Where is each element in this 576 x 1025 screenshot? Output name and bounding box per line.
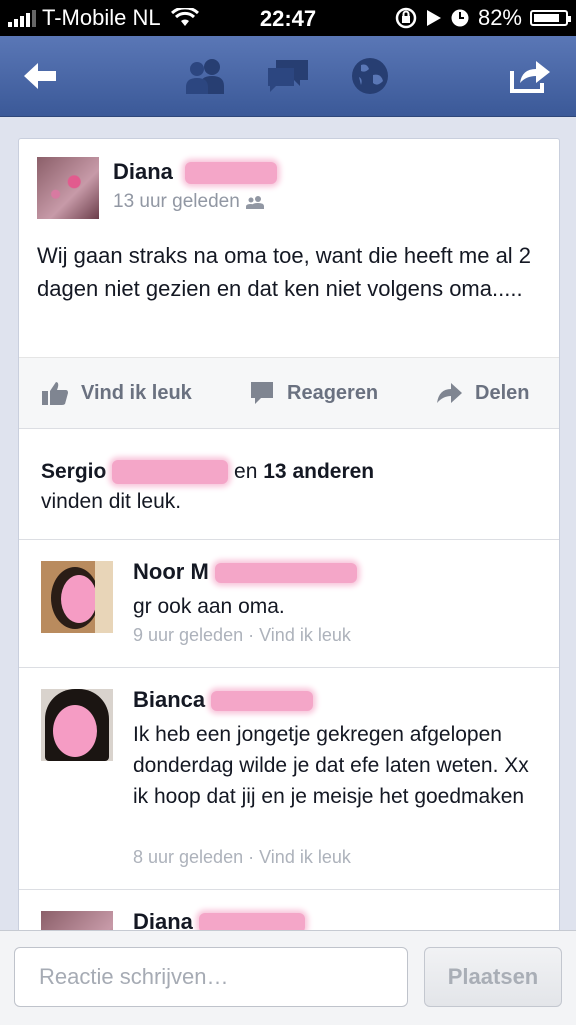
friends-icon[interactable] xyxy=(182,54,230,98)
commenter-avatar[interactable] xyxy=(41,561,113,633)
comment-meta: 8 uur geleden · Vind ik leuk xyxy=(133,847,351,868)
redacted-name xyxy=(214,563,357,584)
comment-text: Ik heb een jongetje gekregen afgelopen d… xyxy=(133,723,529,808)
like-button[interactable]: Vind ik leuk xyxy=(41,358,192,428)
navigation-bar xyxy=(0,36,576,117)
commenter-name[interactable]: Noor M xyxy=(133,559,357,585)
commenter-first-name[interactable]: Noor xyxy=(133,559,184,584)
likes-summary[interactable]: Sergio en 13 anderen vinden dit leuk. xyxy=(41,457,374,517)
post-time-text: 13 uur geleden xyxy=(113,191,240,212)
likes-suffix: vinden dit leuk. xyxy=(41,490,182,513)
post-card: Diana 13 uur geleden Wij gaan straks na … xyxy=(18,138,560,1020)
battery-icon xyxy=(530,10,571,26)
like-label: Vind ik leuk xyxy=(81,381,192,404)
share-label: Delen xyxy=(475,381,530,404)
redacted-name xyxy=(211,691,314,712)
play-icon xyxy=(426,10,441,26)
meta-separator: · xyxy=(248,625,255,645)
share-icon[interactable] xyxy=(506,54,554,98)
comment-text: gr ook aan oma. xyxy=(133,595,285,618)
meta-separator: · xyxy=(248,847,255,867)
comment-input[interactable] xyxy=(14,947,408,1007)
battery-percentage: 82% xyxy=(477,5,522,30)
action-bar: Vind ik leuk Reageren Delen xyxy=(19,357,559,429)
globe-icon[interactable] xyxy=(346,54,394,98)
status-bar: T-Mobile NL 22:47 82% xyxy=(0,0,576,36)
thumbs-up-icon xyxy=(42,382,68,405)
redacted-name xyxy=(185,162,278,185)
alarm-icon xyxy=(451,9,469,27)
share-arrow-icon xyxy=(437,383,462,403)
post-text: Wij gaan straks na oma toe, want die hee… xyxy=(37,243,532,301)
comment-item: Noor M gr ook aan oma. 9 uur geleden · V… xyxy=(19,539,559,669)
redacted-name xyxy=(112,460,229,485)
post-comment-button[interactable]: Plaatsen xyxy=(424,947,562,1007)
commenter-name[interactable]: Bianca xyxy=(133,687,314,713)
comment-like-link[interactable]: Vind ik leuk xyxy=(259,625,351,645)
comment-label: Reageren xyxy=(287,381,379,404)
avatar[interactable] xyxy=(37,157,99,219)
comment-time: 9 uur geleden xyxy=(133,625,244,645)
share-button[interactable]: Delen xyxy=(435,358,529,428)
post-timestamp[interactable]: 13 uur geleden xyxy=(113,191,266,213)
rotation-lock-icon xyxy=(395,7,417,29)
comment-item: Bianca Ik heb een jongetje gekregen afge… xyxy=(19,667,559,889)
likes-connector: en xyxy=(234,460,258,483)
comment-like-link[interactable]: Vind ik leuk xyxy=(259,847,351,867)
commenter-avatar[interactable] xyxy=(41,689,113,761)
liker-name[interactable]: Sergio xyxy=(41,460,106,483)
author-name[interactable]: Diana xyxy=(113,159,173,184)
commenter-first-name[interactable]: Bianca xyxy=(133,687,205,712)
comment-meta: 9 uur geleden · Vind ik leuk xyxy=(133,625,351,646)
comment-button[interactable]: Reageren xyxy=(249,358,378,428)
post-author[interactable]: Diana xyxy=(113,159,278,185)
messages-icon[interactable] xyxy=(264,54,312,98)
speech-bubble-icon xyxy=(251,382,273,404)
comment-time: 8 uur geleden xyxy=(133,847,244,867)
commenter-name-initial: M xyxy=(190,559,209,584)
other-likers-link[interactable]: 13 anderen xyxy=(263,460,374,483)
comment-composer: Plaatsen xyxy=(0,930,576,1025)
friends-privacy-icon xyxy=(245,196,264,209)
back-arrow-icon[interactable] xyxy=(16,54,64,98)
